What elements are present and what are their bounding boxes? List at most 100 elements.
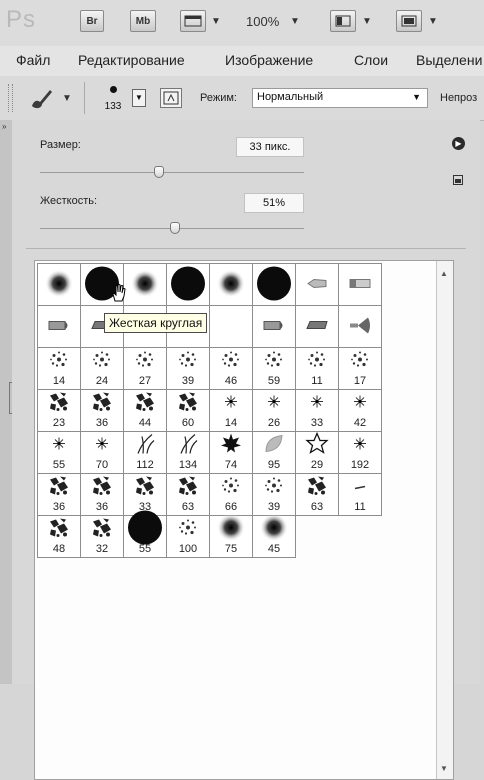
brush-size-label: 39	[267, 501, 281, 513]
brush-preset-cell[interactable]: 63	[166, 473, 210, 516]
brush-size-readout: 133	[104, 101, 122, 112]
screen-mode-button[interactable]	[396, 10, 422, 32]
brush-preset-cell[interactable]: 55	[123, 510, 167, 558]
brush-preset-cell[interactable]	[338, 263, 382, 306]
scroll-down-arrow-icon[interactable]: ▼	[440, 764, 448, 773]
brush-size-label: 74	[224, 459, 238, 471]
mini-bridge-button[interactable]: Mb	[130, 10, 156, 32]
chevron-down-icon[interactable]: ▼	[362, 16, 372, 27]
menu-edit[interactable]: Редактирование	[78, 52, 185, 68]
brush-preset-cell[interactable]: 36	[80, 473, 124, 516]
size-slider-thumb[interactable]	[153, 166, 164, 178]
brush-size-label: 95	[267, 459, 281, 471]
brush-preset-cell[interactable]: 26	[252, 389, 296, 432]
options-bar-grip[interactable]	[8, 84, 13, 112]
brush-preset-cell[interactable]: 27	[123, 347, 167, 390]
flat-brush-icon	[348, 277, 372, 292]
brush-preset-content	[210, 306, 252, 347]
brush-preset-cell[interactable]: 192	[338, 431, 382, 474]
brush-preset-cell[interactable]: 70	[80, 431, 124, 474]
brush-preset-cell[interactable]: 95	[252, 431, 296, 474]
size-value-field[interactable]: 33 пикс.	[236, 137, 304, 157]
brush-preset-cell[interactable]: 11	[295, 347, 339, 390]
scrollbar[interactable]: ▲ ▼	[436, 261, 453, 779]
brush-preset-cell[interactable]: 59	[252, 347, 296, 390]
brush-preset-cell[interactable]: 42	[338, 389, 382, 432]
new-preset-icon[interactable]	[453, 175, 463, 185]
brush-preset-cell[interactable]	[295, 263, 339, 306]
brush-preset-cell[interactable]	[123, 263, 167, 306]
tool-preset-dropdown[interactable]: ▼	[62, 93, 72, 104]
chevron-down-icon[interactable]: ▼	[428, 16, 438, 27]
texture-brush-icon	[90, 517, 114, 542]
brush-tooltip: Жесткая круглая	[104, 313, 208, 333]
brush-preset-cell[interactable]	[209, 305, 253, 348]
brush-preset-cell[interactable]: 39	[166, 347, 210, 390]
brush-preset-cell[interactable]: 11	[338, 473, 382, 516]
brush-preset-cell[interactable]: 32	[80, 515, 124, 558]
scroll-up-arrow-icon[interactable]: ▲	[440, 269, 448, 278]
size-label: Размер:	[40, 139, 81, 151]
arrange-documents-button[interactable]	[330, 10, 356, 32]
brush-preset-content: 14	[210, 390, 252, 431]
zoom-level[interactable]: 100%	[246, 14, 279, 29]
brush-preset-cell[interactable]	[295, 305, 339, 348]
brush-preset-cell[interactable]	[209, 263, 253, 306]
brush-preset-cell[interactable]: 75	[209, 513, 253, 558]
brush-preset-cell[interactable]	[166, 263, 210, 306]
panel-menu-icon[interactable]: ▶	[452, 137, 465, 150]
brush-picker-dropdown-button[interactable]: ▼	[132, 89, 146, 107]
blend-mode-select[interactable]: Нормальный ▼	[252, 88, 428, 108]
brush-preset-cell[interactable]: 17	[338, 347, 382, 390]
chevron-down-icon[interactable]: ▼	[211, 16, 221, 27]
brush-preset-cell[interactable]: 36	[80, 389, 124, 432]
brush-size-label: 44	[138, 417, 152, 429]
brush-preset-cell[interactable]: 48	[37, 515, 81, 558]
brush-preset-cell[interactable]: 63	[295, 473, 339, 516]
brush-preview[interactable]: 133	[98, 82, 128, 114]
menu-layers[interactable]: Слои	[354, 52, 388, 68]
brush-preset-cell[interactable]: 39	[252, 473, 296, 516]
brush-preset-cell[interactable]: 66	[209, 473, 253, 516]
brush-preset-cell[interactable]: 55	[37, 431, 81, 474]
hardness-value-field[interactable]: 51%	[244, 193, 304, 213]
collapse-arrow-icon[interactable]: »	[2, 122, 6, 131]
brush-preset-cell[interactable]: 112	[123, 431, 167, 474]
bridge-button[interactable]: Br	[80, 10, 104, 32]
brush-size-label: 59	[267, 375, 281, 387]
brush-preset-cell[interactable]: 46	[209, 347, 253, 390]
brush-size-label: 11	[354, 501, 366, 513]
brush-size-label: 66	[224, 501, 238, 513]
brush-preset-cell[interactable]: 36	[37, 473, 81, 516]
menu-image[interactable]: Изображение	[225, 52, 313, 68]
brush-preset-cell[interactable]	[338, 305, 382, 348]
brush-preset-cell[interactable]	[252, 305, 296, 348]
brush-preset-cell[interactable]: 44	[123, 389, 167, 432]
hard-round-brush-icon	[256, 265, 292, 304]
view-extras-button[interactable]	[180, 10, 206, 32]
chevron-down-icon[interactable]: ▼	[290, 16, 300, 27]
size-slider-track[interactable]	[40, 172, 304, 173]
brush-tool-icon[interactable]	[28, 86, 54, 113]
brush-preset-cell[interactable]	[37, 263, 81, 306]
menu-select[interactable]: Выделени	[416, 52, 482, 68]
brush-preset-cell[interactable]	[252, 263, 296, 306]
hardness-slider-thumb[interactable]	[169, 222, 180, 234]
divider	[26, 248, 466, 249]
brush-preset-cell[interactable]: 134	[166, 431, 210, 474]
brush-preset-cell[interactable]: 29	[295, 431, 339, 474]
brush-preset-cell[interactable]: 100	[166, 515, 210, 558]
brush-preset-cell[interactable]: 24	[80, 347, 124, 390]
brush-preset-cell[interactable]: 14	[37, 347, 81, 390]
brush-preset-cell[interactable]: 23	[37, 389, 81, 432]
brush-preset-cell[interactable]	[37, 305, 81, 348]
brush-preset-cell[interactable]: 14	[209, 389, 253, 432]
scatter-brush-icon	[48, 349, 70, 374]
brush-preset-content: 11	[296, 348, 338, 389]
brush-preset-cell[interactable]: 33	[295, 389, 339, 432]
brush-preset-cell[interactable]: 45	[252, 513, 296, 558]
brush-preset-cell[interactable]: 74	[209, 431, 253, 474]
menu-file[interactable]: Файл	[16, 52, 50, 68]
brush-preset-cell[interactable]: 60	[166, 389, 210, 432]
brush-panel-toggle[interactable]	[160, 88, 182, 108]
